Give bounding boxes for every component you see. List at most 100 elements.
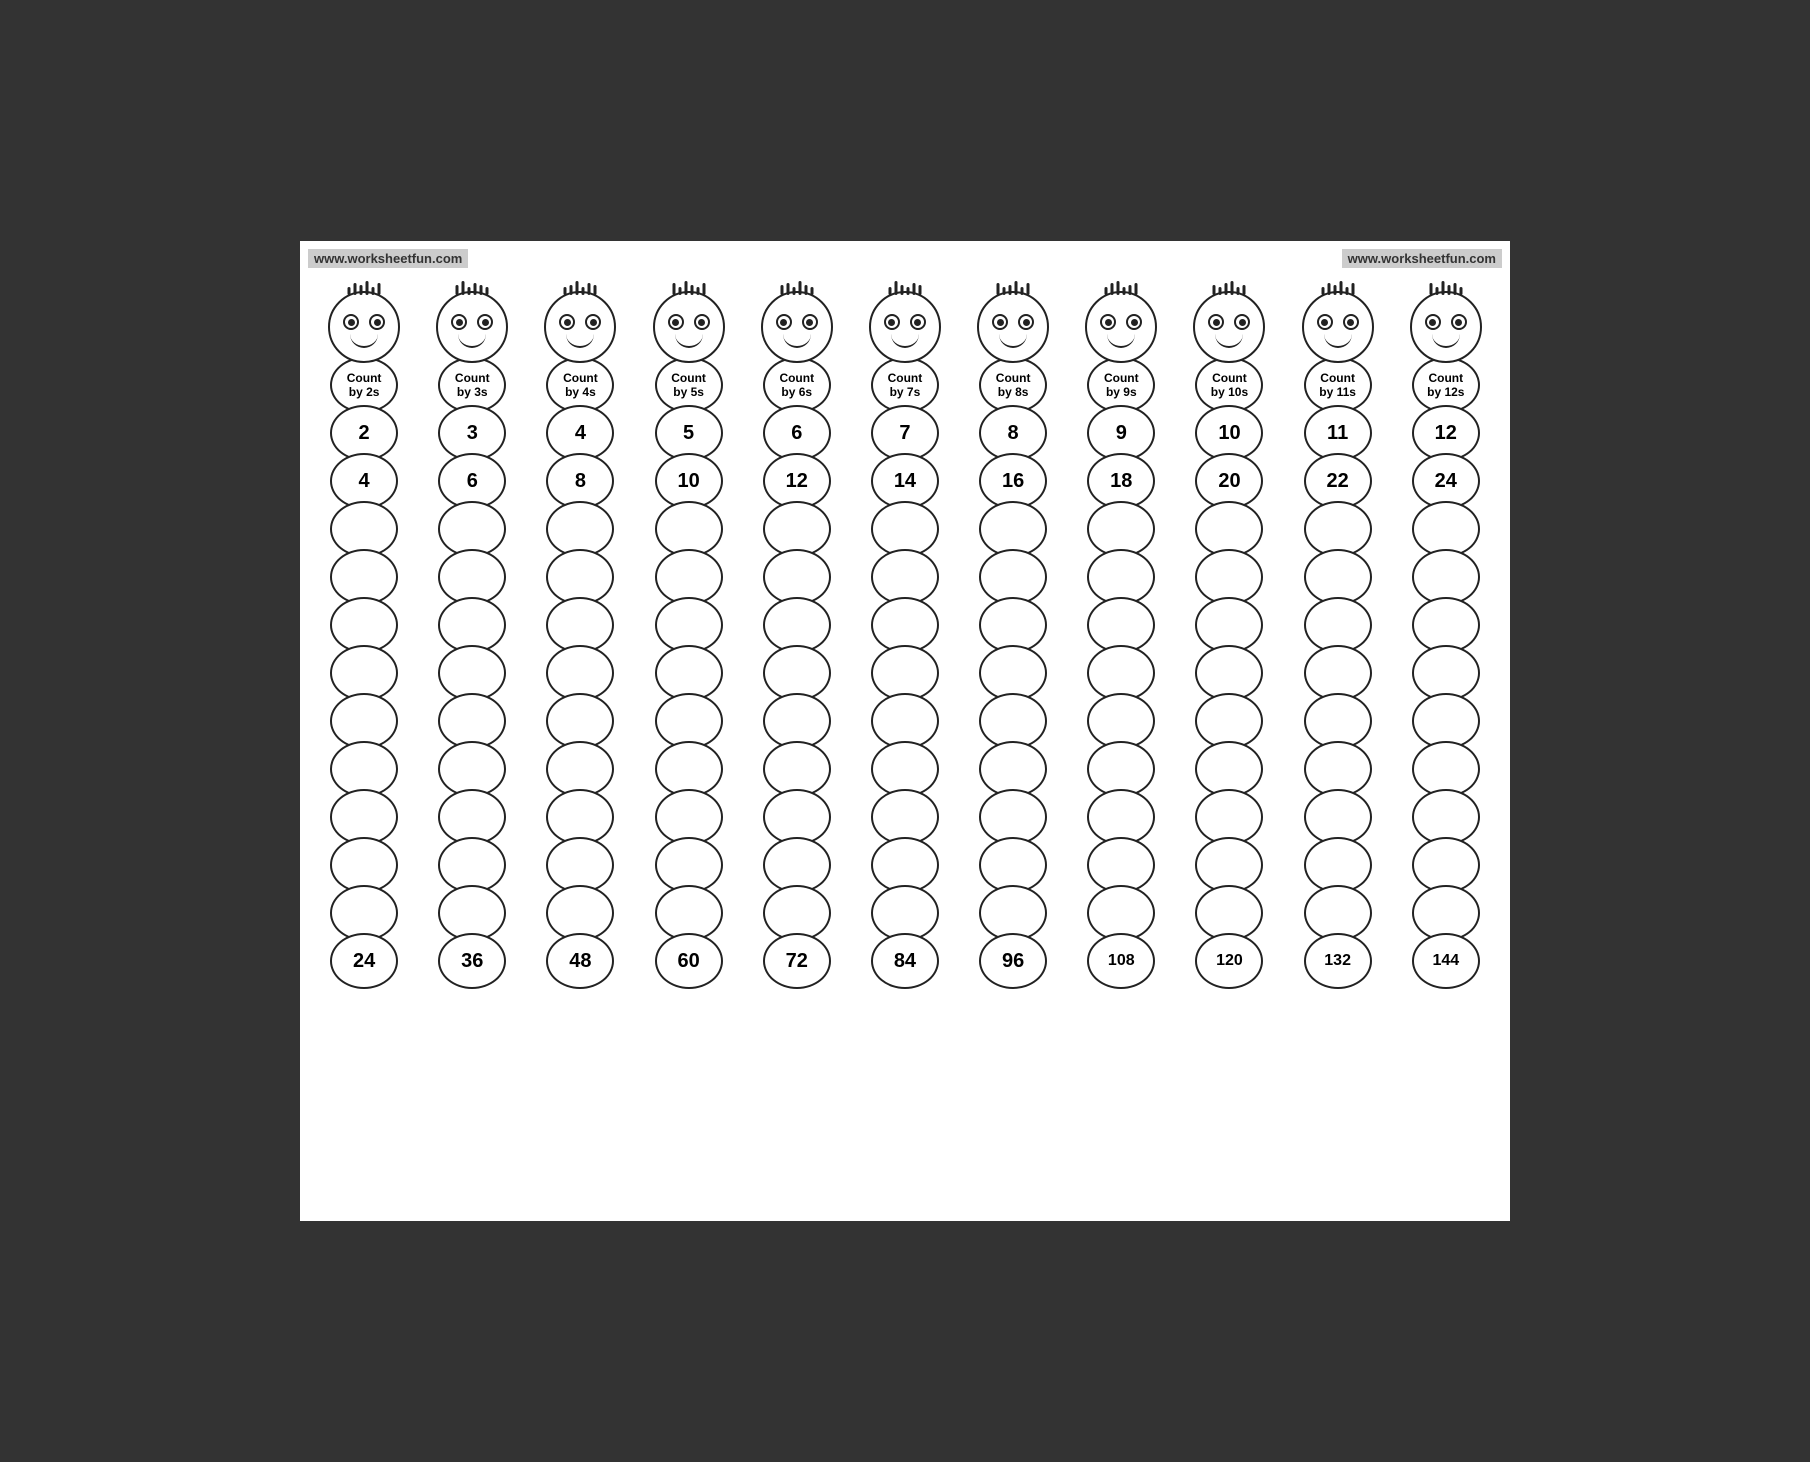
hair-by12s — [1429, 281, 1462, 295]
caterpillar-by4s: Countby 4s4848 — [533, 291, 628, 989]
pupil — [1455, 319, 1462, 326]
pupil — [672, 319, 679, 326]
hair-spike — [1003, 287, 1006, 295]
pupil — [456, 319, 463, 326]
smile-by3s — [458, 334, 486, 348]
eye — [369, 314, 385, 330]
hair-spike — [690, 285, 693, 295]
hair-spike — [372, 287, 375, 295]
eyes-by12s — [1425, 314, 1467, 330]
segment-by12s-11: 144 — [1412, 933, 1480, 989]
hair-by11s — [1321, 281, 1354, 295]
smile-by8s — [999, 334, 1027, 348]
eye — [884, 314, 900, 330]
pupil — [1239, 319, 1246, 326]
eyes-by2s — [343, 314, 385, 330]
hair-spike — [570, 285, 573, 295]
eye — [1425, 314, 1441, 330]
hair-spike — [564, 287, 567, 295]
hair-spike — [912, 283, 915, 295]
smile-by4s — [566, 334, 594, 348]
head-by10s — [1193, 291, 1265, 363]
hair-by7s — [888, 281, 921, 295]
hair-spike — [1117, 281, 1120, 295]
eyes-by10s — [1208, 314, 1250, 330]
eye — [1100, 314, 1116, 330]
pupil — [806, 319, 813, 326]
hair-spike — [1027, 283, 1030, 295]
eyes-by3s — [451, 314, 493, 330]
hair-spike — [997, 283, 1000, 295]
hair-spike — [1459, 287, 1462, 295]
hair-spike — [366, 281, 369, 295]
hair-spike — [1327, 283, 1330, 295]
hair-spike — [594, 285, 597, 295]
hair-spike — [810, 287, 813, 295]
eyes-by9s — [1100, 314, 1142, 330]
watermark-left: www.worksheetfun.com — [308, 249, 468, 268]
smile-by10s — [1215, 334, 1243, 348]
head-by4s — [544, 291, 616, 363]
hair-spike — [462, 281, 465, 295]
eye — [477, 314, 493, 330]
hair-spike — [894, 281, 897, 295]
hair-spike — [786, 283, 789, 295]
hair-by9s — [1105, 281, 1138, 295]
eyes-by8s — [992, 314, 1034, 330]
hair-spike — [1321, 287, 1324, 295]
hair-spike — [576, 281, 579, 295]
eye — [992, 314, 1008, 330]
hair-by4s — [564, 281, 597, 295]
caterpillar-by8s: Countby 8s81696 — [966, 291, 1061, 989]
hair-spike — [348, 287, 351, 295]
head-by9s — [1085, 291, 1157, 363]
hair-spike — [582, 287, 585, 295]
caterpillar-by5s: Countby 5s51060 — [641, 291, 736, 989]
hair-spike — [1243, 285, 1246, 295]
head-by5s — [653, 291, 725, 363]
pupil — [1105, 319, 1112, 326]
hair-spike — [1135, 283, 1138, 295]
smile-by11s — [1324, 334, 1352, 348]
caterpillar-by12s: Countby 12s1224144 — [1398, 291, 1493, 989]
segment-by7s-11: 84 — [871, 933, 939, 989]
hair-spike — [360, 285, 363, 295]
caterpillar-by7s: Countby 7s71484 — [857, 291, 952, 989]
segment-by9s-11: 108 — [1087, 933, 1155, 989]
hair-spike — [1129, 285, 1132, 295]
hair-spike — [804, 285, 807, 295]
smile-by2s — [350, 334, 378, 348]
head-by2s — [328, 291, 400, 363]
hair-spike — [1231, 281, 1234, 295]
hair-by2s — [348, 281, 381, 295]
hair-by6s — [780, 281, 813, 295]
hair-spike — [1237, 287, 1240, 295]
hair-spike — [378, 283, 381, 295]
eyes-by7s — [884, 314, 926, 330]
pupil — [888, 319, 895, 326]
hair-spike — [918, 285, 921, 295]
head-by8s — [977, 291, 1049, 363]
hair-spike — [456, 285, 459, 295]
hair-spike — [1021, 287, 1024, 295]
hair-spike — [354, 283, 357, 295]
hair-spike — [900, 285, 903, 295]
eye — [343, 314, 359, 330]
eye — [1343, 314, 1359, 330]
hair-spike — [480, 285, 483, 295]
pupil — [348, 319, 355, 326]
pupil — [1429, 319, 1436, 326]
eye — [668, 314, 684, 330]
hair-spike — [1123, 287, 1126, 295]
segment-by4s-11: 48 — [546, 933, 614, 989]
eye — [1234, 314, 1250, 330]
hair-spike — [1333, 285, 1336, 295]
pupil — [997, 319, 1004, 326]
eye — [776, 314, 792, 330]
segment-by3s-11: 36 — [438, 933, 506, 989]
hair-spike — [1105, 287, 1108, 295]
pupil — [1321, 319, 1328, 326]
hair-spike — [684, 281, 687, 295]
eye — [451, 314, 467, 330]
hair-spike — [792, 287, 795, 295]
